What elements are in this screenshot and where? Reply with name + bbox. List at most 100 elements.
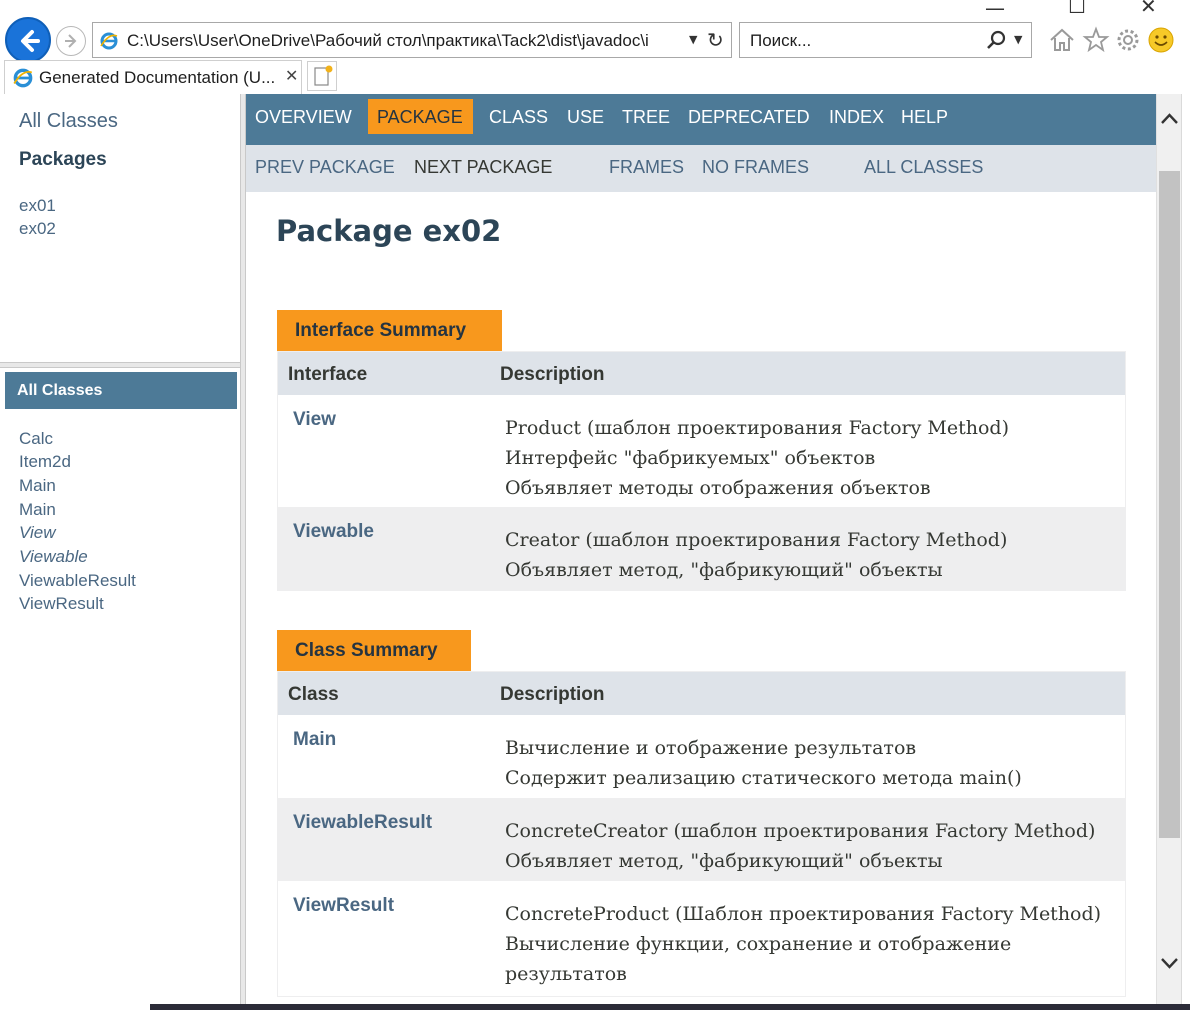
left-frames: All Classes Packages ex01 ex02 All Class… xyxy=(0,94,240,1010)
all-classes-link[interactable]: All Classes xyxy=(19,110,118,133)
scroll-up-icon[interactable] xyxy=(1160,112,1179,126)
nav-index[interactable]: INDEX xyxy=(829,107,884,128)
class-link-viewable[interactable]: Viewable xyxy=(19,547,88,567)
refresh-icon[interactable]: ↻ xyxy=(707,28,724,52)
nav-deprecated[interactable]: DEPRECATED xyxy=(688,107,810,128)
address-url[interactable]: C:\Users\User\OneDrive\Рабочий стол\прак… xyxy=(127,31,687,51)
close-window-icon[interactable]: ✕ xyxy=(1140,0,1157,18)
col-header-description: Description xyxy=(500,364,605,385)
scroll-down-icon[interactable] xyxy=(1160,956,1179,970)
package-link-ex02[interactable]: ex02 xyxy=(19,219,56,239)
class-summary-caption: Class Summary xyxy=(277,630,471,671)
description-line: ConcreteCreator (шаблон проектирования F… xyxy=(505,820,1096,842)
nav-help[interactable]: HELP xyxy=(901,107,948,128)
nav-use[interactable]: USE xyxy=(567,107,604,128)
class-link-main[interactable]: Main xyxy=(293,729,336,751)
class-summary-caption-label: Class Summary xyxy=(295,640,438,661)
row-description: Product (шаблон проектирования Factory M… xyxy=(505,413,1009,503)
settings-gear-icon[interactable] xyxy=(1114,26,1142,54)
description-line: Product (шаблон проектирования Factory M… xyxy=(505,417,1009,439)
browser-tab[interactable]: Generated Documentation (U... ✕ xyxy=(4,60,302,94)
col-header-description: Description xyxy=(500,684,605,705)
search-icon[interactable] xyxy=(986,29,1008,51)
description-line: Вычисление и отображение результатов xyxy=(505,737,917,759)
browser-chrome: — ☐ ✕ C:\Users\User\OneDrive\Рабочий сто… xyxy=(0,0,1190,94)
description-line: Интерфейс "фабрикуемых" объектов xyxy=(505,447,876,469)
nav-package-active: PACKAGE xyxy=(368,99,473,134)
class-link-main[interactable]: Main xyxy=(19,476,56,496)
frame-divider-horizontal[interactable] xyxy=(0,362,240,368)
class-summary-table: Class Description Main Вычисление и отоб… xyxy=(277,671,1126,997)
class-link-viewresult[interactable]: ViewResult xyxy=(19,594,104,614)
class-table-header: Class Description xyxy=(278,672,1125,715)
description-line: Объявляет метод, "фабрикующий" объекты xyxy=(505,850,943,872)
table-row: Viewable Creator (шаблон проектирования … xyxy=(278,507,1125,590)
nav-package-label: PACKAGE xyxy=(377,107,463,127)
nav-overview[interactable]: OVERVIEW xyxy=(255,107,352,128)
new-tab-icon xyxy=(314,65,333,86)
favorites-star-icon[interactable] xyxy=(1082,26,1110,54)
interface-link-view[interactable]: View xyxy=(293,409,336,431)
page-title: Package ex02 xyxy=(276,214,502,248)
address-dropdown-icon[interactable]: ▼ xyxy=(689,33,697,46)
vertical-scrollbar[interactable] xyxy=(1156,94,1181,1010)
class-link-view[interactable]: View xyxy=(19,523,56,543)
search-input[interactable]: Поиск... xyxy=(750,31,811,51)
description-line: Содержит реализацию статического метода … xyxy=(505,767,1022,789)
class-link-viewableresult[interactable]: ViewableResult xyxy=(19,571,136,591)
nav-class[interactable]: CLASS xyxy=(489,107,548,128)
row-description: ConcreteCreator (шаблон проектирования F… xyxy=(505,816,1095,876)
search-box[interactable]: Поиск... ▼ xyxy=(739,22,1032,58)
interface-summary-caption: Interface Summary xyxy=(277,310,502,351)
forward-arrow-icon[interactable] xyxy=(56,26,86,56)
row-description: Вычисление и отображение результатов Сод… xyxy=(505,733,1022,793)
table-row: ViewableResult ConcreteCreator (шаблон п… xyxy=(278,798,1125,881)
col-header-class: Class xyxy=(288,684,339,705)
address-bar[interactable]: C:\Users\User\OneDrive\Рабочий стол\прак… xyxy=(92,22,732,58)
back-arrow-icon[interactable] xyxy=(5,17,51,63)
ie-tab-icon xyxy=(13,68,33,88)
row-description: Creator (шаблон проектирования Factory M… xyxy=(505,525,1007,585)
tab-close-icon[interactable]: ✕ xyxy=(285,66,298,85)
description-line: Объявляет метод, "фабрикующий" объекты xyxy=(505,559,943,581)
new-tab-button[interactable] xyxy=(307,61,337,91)
nav-frames[interactable]: FRAMES xyxy=(609,157,684,178)
nav-next-package: NEXT PACKAGE xyxy=(414,157,553,177)
col-header-interface: Interface xyxy=(288,364,368,385)
description-line: Объявляет методы отображения объектов xyxy=(505,477,931,499)
main-frame: OVERVIEW PACKAGE CLASS USE TREE DEPRECAT… xyxy=(246,94,1156,1010)
nav-tree[interactable]: TREE xyxy=(622,107,670,128)
scrollbar-thumb[interactable] xyxy=(1159,171,1180,838)
class-link-calc[interactable]: Calc xyxy=(19,429,53,449)
home-icon[interactable] xyxy=(1048,26,1076,54)
class-link-viewableresult[interactable]: ViewableResult xyxy=(293,812,432,834)
all-classes-bar-label: All Classes xyxy=(17,382,103,399)
table-row: Main Вычисление и отображение результато… xyxy=(278,715,1125,798)
interface-summary-caption-label: Interface Summary xyxy=(295,320,467,341)
packages-heading: Packages xyxy=(19,149,107,170)
table-row: View Product (шаблон проектирования Fact… xyxy=(278,395,1125,507)
interface-link-viewable[interactable]: Viewable xyxy=(293,521,374,543)
maximize-icon[interactable]: ☐ xyxy=(1068,0,1086,18)
interface-table-header: Interface Description xyxy=(278,352,1125,395)
window-edge xyxy=(1181,94,1190,1010)
row-description: ConcreteProduct (Шаблон проектирования F… xyxy=(505,899,1101,989)
smiley-feedback-icon[interactable] xyxy=(1147,26,1175,54)
taskbar-edge xyxy=(150,1004,1190,1010)
all-classes-bar: All Classes xyxy=(5,372,237,409)
tab-title: Generated Documentation (U... xyxy=(39,68,276,87)
class-link-viewresult[interactable]: ViewResult xyxy=(293,895,394,917)
description-line: Вычисление функции, сохранение и отображ… xyxy=(505,933,1012,955)
table-row: ViewResult ConcreteProduct (Шаблон проек… xyxy=(278,881,1125,996)
class-link-item2d[interactable]: Item2d xyxy=(19,452,71,472)
class-link-main[interactable]: Main xyxy=(19,500,56,520)
sub-navbar: PREV PACKAGE NEXT PACKAGE FRAMES NO FRAM… xyxy=(246,145,1156,192)
nav-prev-package[interactable]: PREV PACKAGE xyxy=(255,157,395,178)
top-navbar: OVERVIEW PACKAGE CLASS USE TREE DEPRECAT… xyxy=(246,94,1156,145)
package-link-ex01[interactable]: ex01 xyxy=(19,196,56,216)
nav-all-classes[interactable]: ALL CLASSES xyxy=(864,157,983,178)
nav-no-frames[interactable]: NO FRAMES xyxy=(702,157,809,178)
search-dropdown-icon[interactable]: ▼ xyxy=(1014,33,1022,46)
description-line: Creator (шаблон проектирования Factory M… xyxy=(505,529,1008,551)
minimize-icon[interactable]: — xyxy=(985,0,1005,20)
